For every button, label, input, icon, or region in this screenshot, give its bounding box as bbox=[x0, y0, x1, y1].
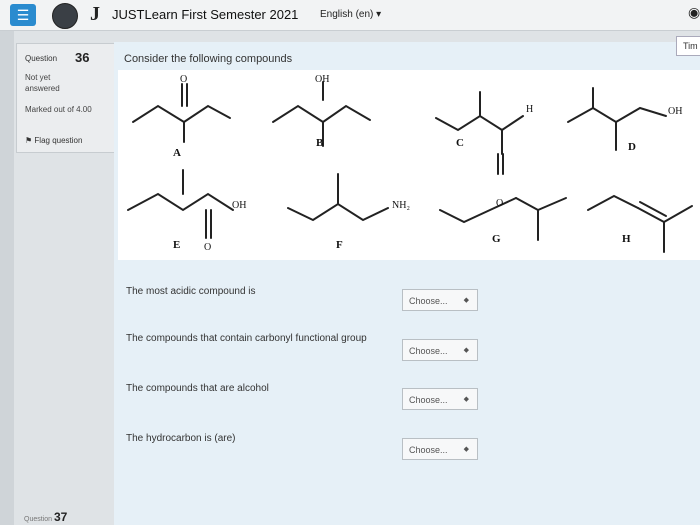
top-navbar: ☰ J JUSTLearn First Semester 2021 Englis… bbox=[0, 0, 700, 31]
label-h: H bbox=[622, 233, 631, 245]
compound-g-chain-2 bbox=[515, 197, 539, 211]
group-a: O bbox=[180, 74, 187, 85]
next-question-indicator: Question 37 bbox=[24, 510, 67, 524]
site-title[interactable]: JUSTLearn First Semester 2021 bbox=[112, 7, 298, 22]
subquestion-3-select-label: Choose... bbox=[409, 395, 448, 405]
compounds-image: O OH H OH OH O NH₂ O A B C D E F G H bbox=[118, 70, 700, 260]
flag-question-link[interactable]: ⚑ Flag question bbox=[25, 136, 82, 145]
hamburger-menu-button[interactable]: ☰ bbox=[10, 4, 36, 26]
bell-icon[interactable]: ◉ bbox=[688, 4, 700, 21]
label-f: F bbox=[336, 239, 343, 251]
group-b: OH bbox=[315, 74, 329, 85]
subquestion-2-select[interactable]: Choose... ◆ bbox=[402, 339, 478, 361]
compound-g-branch-2 bbox=[537, 197, 567, 211]
compound-b-chain-2 bbox=[322, 104, 371, 123]
flag-question-label: Flag question bbox=[34, 136, 83, 145]
group-d: OH bbox=[668, 106, 682, 117]
label-e: E bbox=[173, 239, 180, 251]
compound-g-chain bbox=[439, 197, 517, 224]
label-c: C bbox=[456, 137, 464, 149]
next-question-label: Question bbox=[24, 516, 53, 523]
label-d: D bbox=[628, 141, 636, 153]
subquestion-1-select-label: Choose... bbox=[409, 296, 448, 306]
compound-d-oh-chain bbox=[615, 106, 667, 123]
chevron-updown-icon: ◆ bbox=[463, 347, 469, 354]
compound-c-chain bbox=[435, 114, 524, 132]
subquestion-1-select[interactable]: Choose... ◆ bbox=[402, 289, 478, 311]
question-label: Question bbox=[25, 54, 58, 63]
compound-a-chain bbox=[132, 104, 185, 123]
chevron-updown-icon: ◆ bbox=[463, 396, 469, 403]
subquestion-2-text: The compounds that contain carbonyl func… bbox=[126, 333, 367, 344]
subquestion-3-select[interactable]: Choose... ◆ bbox=[402, 388, 478, 410]
compound-h-double-2 bbox=[639, 201, 667, 217]
subquestion-4-select[interactable]: Choose... ◆ bbox=[402, 438, 478, 460]
subquestion-4-select-label: Choose... bbox=[409, 445, 448, 455]
language-menu[interactable]: English (en) ▾ bbox=[320, 9, 381, 20]
compound-a-chain-2 bbox=[183, 104, 231, 123]
label-g: G bbox=[492, 233, 501, 245]
question-number: 36 bbox=[75, 50, 90, 65]
justlearn-logo-icon[interactable]: J bbox=[90, 3, 100, 26]
group-h: O bbox=[496, 198, 503, 209]
subquestion-1-text: The most acidic compound is bbox=[126, 286, 256, 297]
compound-e-chain bbox=[127, 192, 234, 212]
flag-icon: ⚑ bbox=[25, 136, 33, 145]
compound-h-branch-2 bbox=[663, 205, 693, 223]
compound-d-chain bbox=[567, 106, 617, 123]
left-drawer-strip bbox=[0, 31, 14, 525]
timer-box: Tim bbox=[676, 36, 700, 56]
question-marks: Marked out of 4.00 bbox=[25, 105, 92, 114]
chevron-updown-icon: ◆ bbox=[463, 446, 469, 453]
subquestion-3-text: The compounds that are alcohol bbox=[126, 383, 269, 394]
chevron-updown-icon: ◆ bbox=[463, 297, 469, 304]
compound-h-chain bbox=[587, 194, 639, 211]
subquestion-2-select-label: Choose... bbox=[409, 346, 448, 356]
next-question-number: 37 bbox=[53, 510, 68, 524]
label-a: A bbox=[173, 147, 181, 159]
group-g: NH₂ bbox=[392, 200, 410, 211]
group-c: H bbox=[526, 104, 533, 115]
group-f: O bbox=[204, 242, 211, 253]
question-info-panel: Question 36 Not yet answered Marked out … bbox=[16, 43, 120, 153]
subquestion-4-text: The hydrocarbon is (are) bbox=[126, 433, 236, 444]
question-state: Not yet answered bbox=[25, 73, 60, 93]
compound-h-double-1 bbox=[637, 207, 665, 223]
compound-f-chain bbox=[287, 202, 389, 222]
compound-b-chain bbox=[272, 104, 324, 123]
label-b: B bbox=[316, 137, 324, 149]
question-prompt: Consider the following compounds bbox=[124, 53, 293, 65]
compound-structures: O OH H OH OH O NH₂ O A B C D E F G H bbox=[127, 74, 693, 253]
university-logo[interactable] bbox=[52, 3, 78, 29]
group-e: OH bbox=[232, 200, 246, 211]
